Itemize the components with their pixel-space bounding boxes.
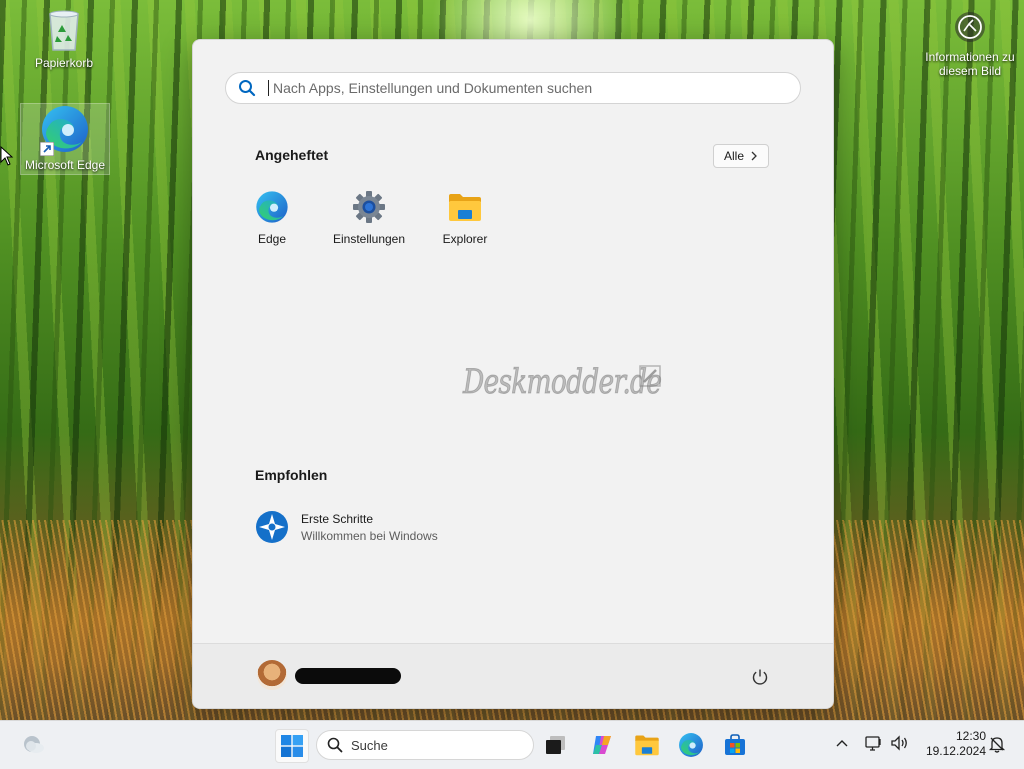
taskbar-file-explorer-button[interactable]: [631, 729, 663, 761]
edge-icon: [40, 104, 90, 156]
camera-info-icon: [955, 12, 985, 42]
clock-time: 12:30: [955, 729, 986, 743]
clock-date: 19.12.2024: [925, 744, 986, 758]
chevron-up-icon[interactable]: [833, 735, 851, 753]
desktop-icon-recycle-bin[interactable]: Papierkorb: [20, 8, 108, 70]
spotlight-info-label-line1: Informationen zu: [925, 50, 1015, 64]
widgets-button[interactable]: [20, 733, 46, 757]
start-search-box[interactable]: [225, 72, 801, 104]
all-apps-label: Alle: [723, 149, 744, 163]
pinned-app-explorer[interactable]: Explorer: [420, 190, 510, 246]
gear-icon: [352, 190, 386, 224]
recommended-item-title: Erste Schritte: [301, 511, 374, 526]
spotlight-info-label-line2: diesem Bild: [938, 64, 1002, 78]
search-icon: [238, 78, 258, 98]
taskbar-clock[interactable]: 12:30 19.12.2024: [918, 729, 986, 759]
taskbar-copilot-button[interactable]: [586, 729, 618, 761]
pinned-app-label: Edge: [257, 232, 287, 246]
taskbar-store-button[interactable]: [719, 729, 751, 761]
taskbar-edge-button[interactable]: [675, 729, 707, 761]
edge-icon: [255, 190, 289, 224]
search-icon: [327, 737, 343, 753]
power-button[interactable]: [749, 666, 771, 688]
weather-cloud-icon: [24, 736, 44, 753]
watermark-pen-icon: [639, 365, 661, 387]
text-caret: [268, 80, 269, 96]
recommended-item-get-started[interactable]: Erste Schritte Willkommen bei Windows: [255, 510, 438, 544]
desktop-icon-label: Papierkorb: [34, 56, 94, 70]
taskbar-start-button[interactable]: [275, 729, 309, 763]
volume-icon[interactable]: [889, 733, 909, 753]
get-started-icon: [256, 511, 288, 543]
pinned-section-title: Angeheftet: [255, 147, 329, 163]
copilot-icon: [593, 736, 611, 754]
power-icon: [752, 669, 768, 685]
taskbar-task-view-button[interactable]: [540, 729, 572, 761]
start-menu: Angeheftet Alle Edge: [192, 39, 834, 709]
notification-bell-icon[interactable]: [988, 735, 1006, 753]
chevron-right-icon: [751, 151, 757, 161]
pinned-app-settings[interactable]: Einstellungen: [324, 190, 414, 246]
edge-icon: [679, 733, 703, 757]
username-redacted-bar: [295, 668, 401, 684]
taskbar-search-box[interactable]: Suche: [316, 730, 534, 760]
start-menu-footer: [193, 643, 833, 708]
user-avatar[interactable]: [257, 660, 287, 690]
folder-icon: [448, 190, 482, 224]
taskbar-search-label: Suche: [351, 737, 388, 753]
windows-start-icon: [281, 735, 303, 757]
all-apps-button[interactable]: Alle: [713, 144, 769, 168]
file-explorer-icon: [635, 735, 659, 756]
desktop-icon-label: Microsoft Edge: [24, 158, 106, 172]
pinned-app-label: Einstellungen: [332, 232, 406, 246]
desktop-icon-microsoft-edge[interactable]: Microsoft Edge: [20, 103, 110, 175]
pinned-app-edge[interactable]: Edge: [227, 190, 317, 246]
start-search-input[interactable]: [271, 79, 800, 97]
pinned-app-label: Explorer: [442, 232, 488, 246]
taskbar: Suche 12:30 19.12.2024: [0, 720, 1024, 769]
watermark-text: Deskmodder.de: [463, 362, 663, 403]
recycle-bin-icon: [44, 8, 84, 52]
network-icon[interactable]: [864, 733, 884, 753]
task-view-icon: [546, 736, 565, 754]
store-icon: [725, 734, 745, 755]
shortcut-arrow-icon: [40, 142, 54, 156]
mouse-cursor-icon: [0, 146, 14, 166]
spotlight-info-button[interactable]: Informationen zu diesem Bild: [920, 12, 1020, 78]
recommended-section-title: Empfohlen: [255, 467, 328, 483]
recommended-item-subtitle: Willkommen bei Windows: [301, 528, 438, 543]
